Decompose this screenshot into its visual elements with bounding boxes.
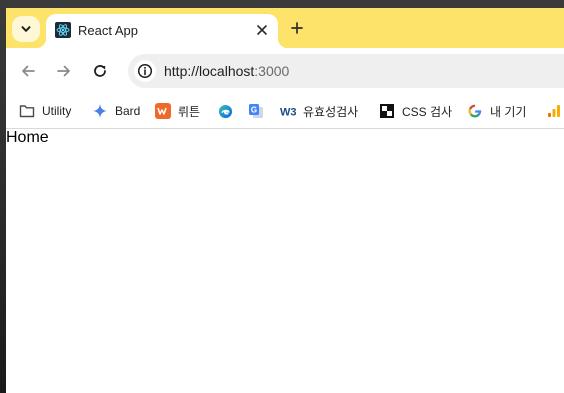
css-validator-icon — [379, 103, 395, 119]
bookmark-analytics[interactable] — [546, 101, 562, 121]
wrtn-icon — [155, 103, 171, 119]
edge-icon — [217, 103, 233, 119]
bookmark-my-device[interactable]: 내 기기 — [467, 101, 526, 121]
browser-toolbar: http://localhost:3000 — [6, 48, 564, 94]
chevron-down-icon — [21, 26, 31, 32]
bookmark-label: Bard — [115, 104, 141, 118]
bookmark-utility-folder[interactable]: Utility — [19, 101, 71, 121]
bookmark-css-validator[interactable]: CSS 검사 — [379, 101, 452, 121]
bard-sparkle-icon — [92, 103, 108, 119]
bookmark-w3c-validator[interactable]: W3 유효성검사 — [280, 101, 358, 121]
bookmark-wrtn[interactable]: 뤼튼 — [155, 101, 200, 121]
react-icon — [55, 22, 71, 38]
bookmark-bard[interactable]: Bard — [92, 101, 140, 121]
bookmark-edge[interactable] — [217, 101, 233, 121]
bookmark-google-translate[interactable]: G — [248, 101, 264, 121]
window-top-frame — [0, 0, 564, 8]
bookmark-label: CSS 검사 — [402, 104, 453, 119]
google-icon — [467, 103, 483, 119]
arrow-right-icon — [57, 65, 70, 77]
url-host: http://localhost — [164, 63, 255, 79]
browser-window: React App http://localhost:3000 Utility … — [6, 8, 564, 393]
bookmarks-bar: Utility Bard 뤼튼 G W3 유효성검사 CSS 검사 내 기기 — [6, 94, 564, 129]
page-content: Home — [6, 129, 564, 393]
close-tab-button[interactable] — [252, 20, 272, 40]
url-port: :3000 — [254, 63, 290, 79]
svg-text:W3: W3 — [280, 107, 296, 118]
google-translate-icon: G — [248, 103, 264, 119]
tab-react-app[interactable]: React App — [36, 14, 288, 48]
home-text: Home — [6, 129, 49, 146]
forward-button[interactable] — [52, 59, 76, 83]
folder-icon — [19, 103, 35, 119]
arrow-left-icon — [22, 65, 35, 77]
analytics-icon — [546, 103, 562, 119]
back-button[interactable] — [16, 59, 40, 83]
plus-icon — [291, 22, 303, 34]
svg-text:G: G — [251, 106, 257, 115]
tab-title: React App — [78, 23, 138, 38]
address-bar[interactable]: http://localhost:3000 — [128, 54, 564, 88]
new-tab-button[interactable] — [286, 17, 308, 39]
bookmark-label: Utility — [42, 104, 72, 118]
reload-button[interactable] — [88, 59, 112, 83]
url-text: http://localhost:3000 — [164, 63, 289, 79]
reload-icon — [94, 65, 106, 77]
bookmark-label: 내 기기 — [490, 104, 527, 119]
bookmark-label: 유효성검사 — [303, 104, 359, 119]
bookmark-label: 뤼튼 — [178, 104, 201, 119]
w3c-icon: W3 — [280, 103, 296, 119]
site-info-icon[interactable] — [134, 60, 156, 82]
tab-strip: React App — [6, 8, 564, 48]
close-icon — [257, 25, 267, 35]
